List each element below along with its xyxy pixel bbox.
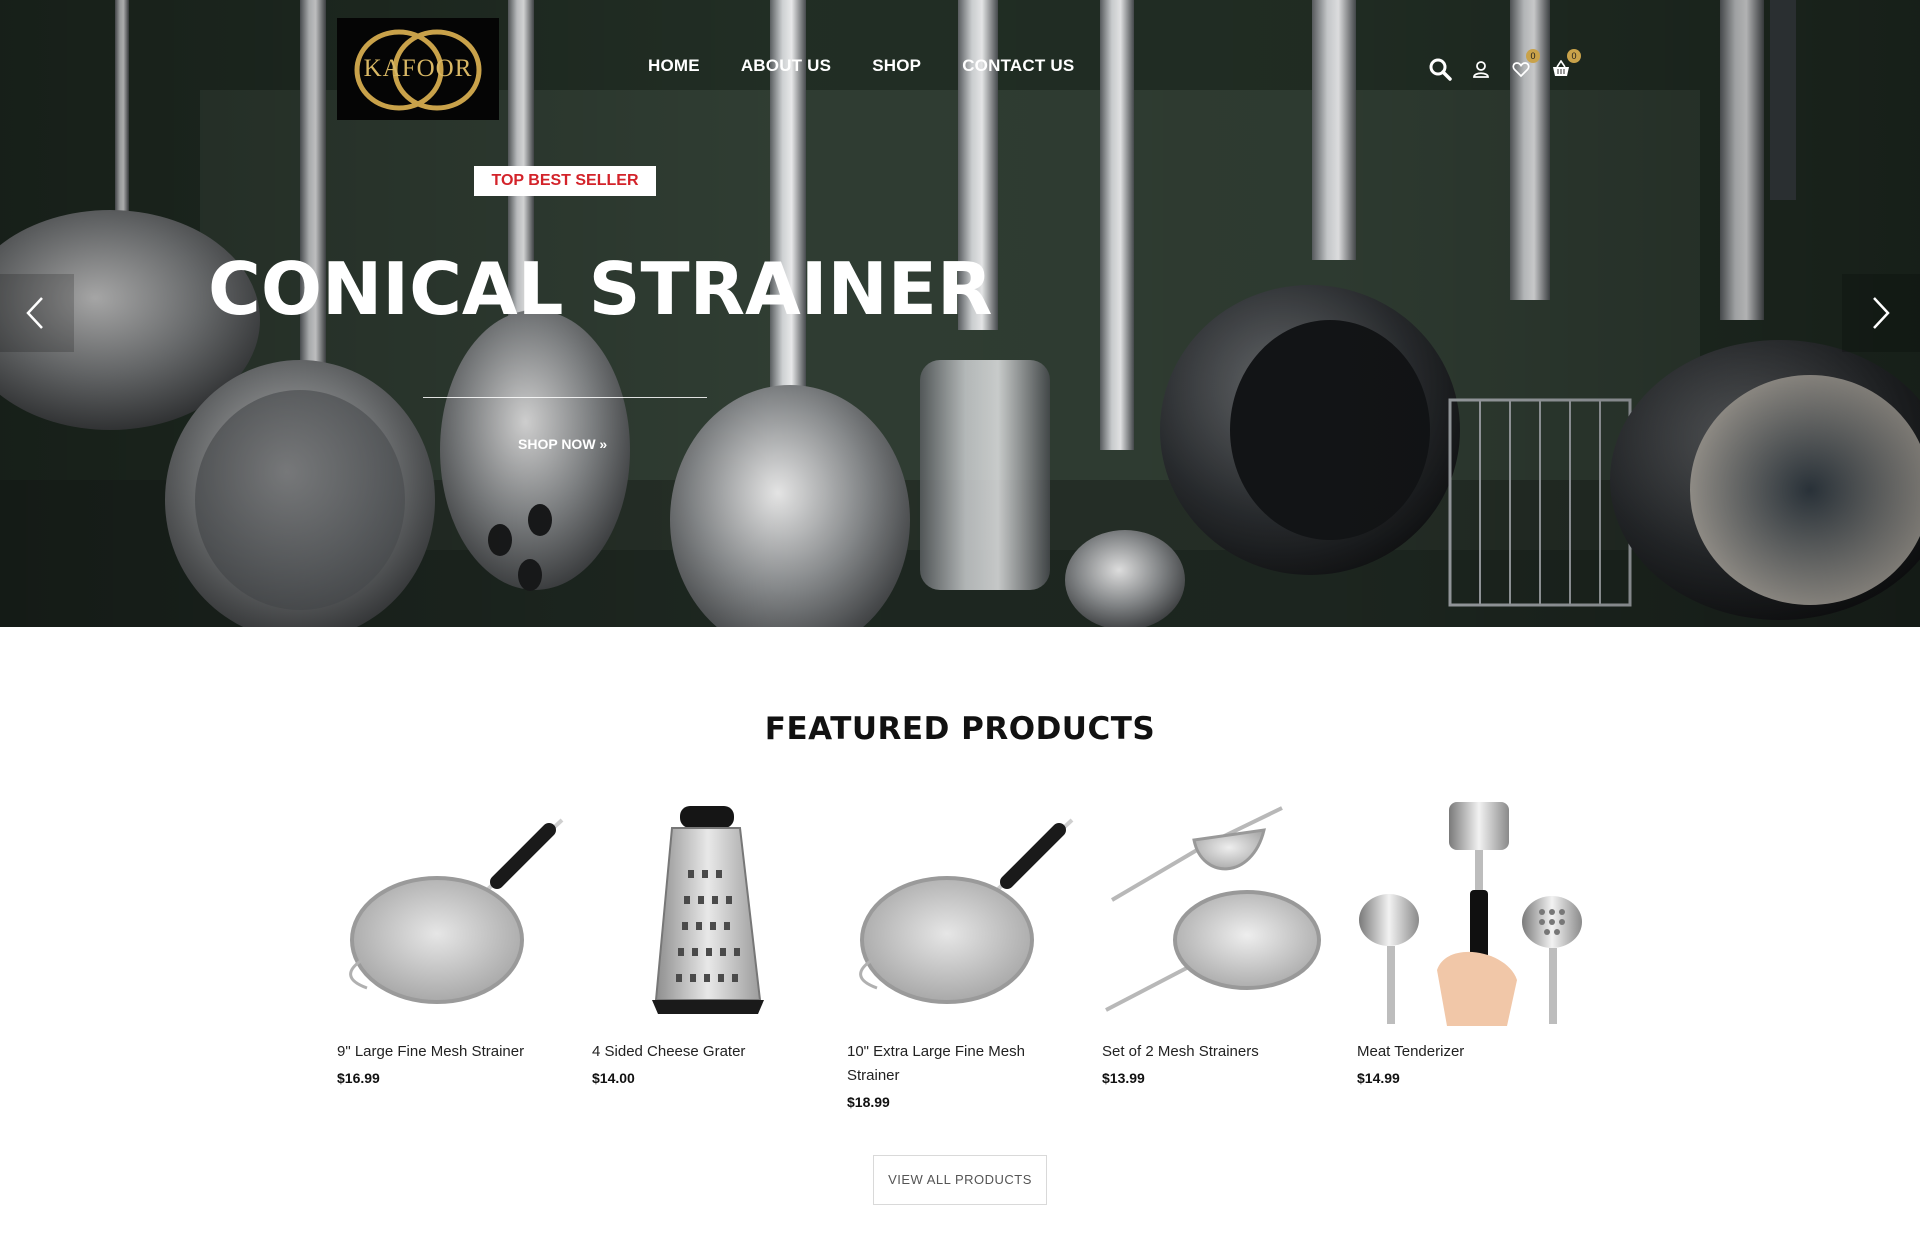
cart-count-badge: 0: [1567, 49, 1581, 63]
product-price: $18.99: [847, 1094, 890, 1110]
product-image[interactable]: [1102, 800, 1332, 1026]
site-logo[interactable]: KAFOOR: [337, 18, 499, 120]
chevron-left-icon: [26, 297, 43, 329]
product-card[interactable]: 4 Sided Cheese Grater $14.00: [592, 800, 822, 1086]
view-all-products-button[interactable]: VIEW ALL PRODUCTS: [873, 1155, 1047, 1205]
product-image[interactable]: [592, 800, 822, 1026]
hero-divider: [423, 397, 707, 398]
search-button[interactable]: [1427, 56, 1453, 82]
product-price: $16.99: [337, 1070, 380, 1086]
main-nav: HOME ABOUT US SHOP CONTACT US: [632, 56, 1074, 76]
logo-text: KAFOOR: [363, 55, 473, 82]
nav-home[interactable]: HOME: [648, 56, 700, 76]
product-name[interactable]: Set of 2 Mesh Strainers: [1102, 1040, 1332, 1064]
slider-prev-button[interactable]: [0, 274, 74, 352]
chevron-right-icon: [1873, 297, 1890, 329]
product-image[interactable]: [847, 800, 1077, 1026]
product-card[interactable]: Meat Tenderizer $14.99: [1357, 800, 1587, 1086]
product-card[interactable]: 9" Large Fine Mesh Strainer $16.99: [337, 800, 567, 1086]
wishlist-count-badge: 0: [1526, 49, 1540, 63]
user-icon: [1473, 61, 1489, 78]
nav-contact-us[interactable]: CONTACT US: [962, 56, 1074, 76]
featured-products-title: FEATURED PRODUCTS: [764, 711, 1156, 747]
product-price: $14.99: [1357, 1070, 1400, 1086]
product-image[interactable]: [1357, 800, 1587, 1026]
product-price: $14.00: [592, 1070, 635, 1086]
nav-about-us[interactable]: ABOUT US: [741, 56, 831, 76]
cart-button[interactable]: 0: [1548, 49, 1581, 82]
product-price: $13.99: [1102, 1070, 1145, 1086]
shop-now-button[interactable]: SHOP NOW »: [518, 436, 607, 452]
product-image[interactable]: [337, 800, 567, 1026]
product-name[interactable]: 9" Large Fine Mesh Strainer: [337, 1040, 567, 1064]
product-name[interactable]: Meat Tenderizer: [1357, 1040, 1587, 1064]
nav-shop[interactable]: SHOP: [872, 56, 921, 76]
product-card[interactable]: 10" Extra Large Fine Mesh Strainer $18.9…: [847, 800, 1077, 1110]
product-card[interactable]: Set of 2 Mesh Strainers $13.99: [1102, 800, 1332, 1086]
heart-icon: [1512, 62, 1530, 78]
product-name[interactable]: 4 Sided Cheese Grater: [592, 1040, 822, 1064]
search-icon: [1429, 58, 1452, 81]
product-name[interactable]: 10" Extra Large Fine Mesh Strainer: [847, 1040, 1077, 1088]
wishlist-button[interactable]: 0: [1508, 49, 1540, 82]
basket-icon: [1553, 60, 1569, 76]
hero-tag: TOP BEST SELLER: [474, 166, 656, 196]
hero-title: CONICAL STRAINER: [208, 247, 993, 331]
slider-next-button[interactable]: [1842, 274, 1920, 352]
account-button[interactable]: [1468, 56, 1494, 82]
